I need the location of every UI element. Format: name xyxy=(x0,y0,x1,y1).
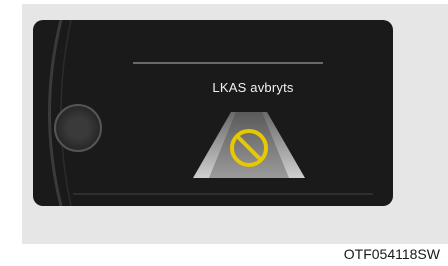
display-graphics xyxy=(48,20,373,206)
dial-knob xyxy=(54,104,102,152)
image-code-caption: OTF054118SW xyxy=(343,246,440,262)
lkas-message: LKAS avbryts xyxy=(212,80,294,95)
lane-road-icon xyxy=(193,112,305,178)
cluster-display: LKAS avbryts xyxy=(33,20,393,206)
